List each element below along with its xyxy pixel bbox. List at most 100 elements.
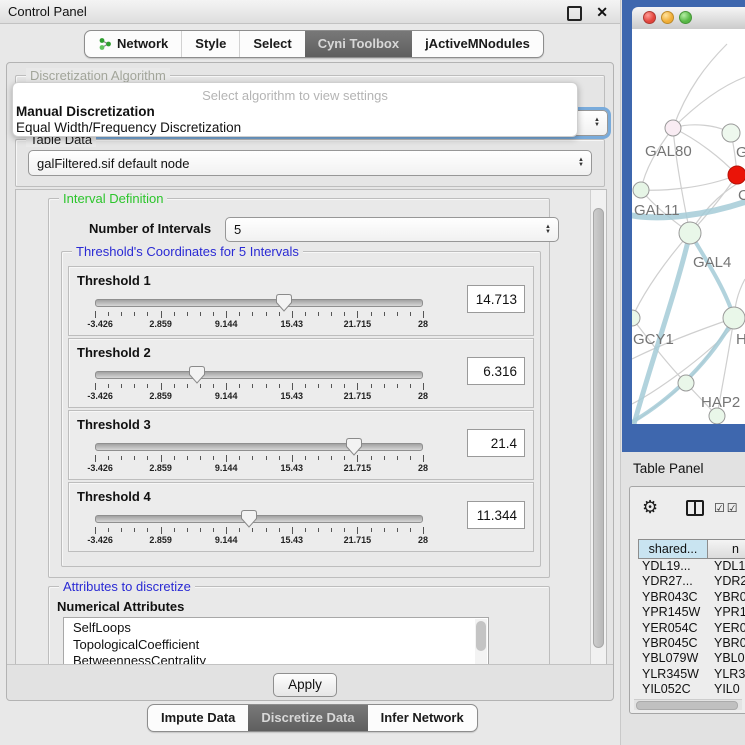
slider-track[interactable]: [95, 371, 423, 379]
control-panel-title: Control Panel: [8, 4, 87, 19]
network-window: GAL80 GAL11 GAL4 GCY1 HAP2 G C H: [622, 0, 745, 452]
menu-item-manual-discretization[interactable]: Manual Discretization: [16, 104, 155, 119]
list-scrollbar[interactable]: [475, 619, 487, 665]
minimize-traffic-light-icon[interactable]: [661, 11, 674, 24]
node-label: GCY1: [633, 331, 674, 348]
threshold-3-slider[interactable]: -3.4262.8599.14415.4321.71528: [95, 439, 423, 473]
menu-item-equal-width-frequency[interactable]: Equal Width/Frequency Discretization: [16, 120, 241, 135]
tab-style[interactable]: Style: [181, 31, 239, 57]
slider-thumb[interactable]: [189, 366, 205, 384]
table-row[interactable]: YPR145WYPR1: [638, 605, 745, 620]
node-top-right[interactable]: [722, 124, 740, 142]
close-traffic-light-icon[interactable]: [643, 11, 656, 24]
threshold-1-slider[interactable]: -3.4262.8599.14415.4321.71528: [95, 295, 423, 329]
algorithm-section-title: Discretization Algorithm: [26, 68, 170, 83]
node-label: GAL4: [693, 254, 731, 271]
table-data-combobox[interactable]: galFiltered.sif default node ▲ ▼: [28, 150, 592, 176]
node-gal4[interactable]: [679, 222, 701, 244]
zoom-traffic-light-icon[interactable]: [679, 11, 692, 24]
network-icon: [98, 37, 112, 51]
node-table-header: shared... n: [638, 539, 745, 559]
numerical-attributes-list[interactable]: SelfLoops TopologicalCoefficient Between…: [63, 617, 489, 665]
table-panel: ⚙ ☑☑ shared... n YDL19...YDL1YDR27...YDR…: [629, 486, 745, 714]
control-panel-tabs: Network Style Select Cyni Toolbox jActiv…: [84, 30, 544, 58]
attributes-section: Attributes to discretize Numerical Attri…: [48, 586, 550, 665]
table-row[interactable]: YBR043CYBR0: [638, 590, 745, 605]
table-row[interactable]: YLR345WYLR3: [638, 667, 745, 682]
threshold-4-value-field[interactable]: 11.344: [467, 501, 525, 529]
tab-impute-data[interactable]: Impute Data: [148, 705, 248, 731]
tab-style-label: Style: [195, 31, 226, 57]
tab-infer-network[interactable]: Infer Network: [368, 705, 477, 731]
table-row[interactable]: YER054CYER0: [638, 621, 745, 636]
thresholds-section-title: Threshold's Coordinates for 5 Intervals: [72, 244, 303, 259]
threshold-3-value-field[interactable]: 21.4: [467, 429, 525, 457]
slider-thumb[interactable]: [346, 438, 362, 456]
node-gcy1[interactable]: [632, 310, 640, 326]
table-row[interactable]: YDR27...YDR2: [638, 574, 745, 589]
table-horizontal-scrollbar[interactable]: [634, 699, 742, 710]
node-gal11[interactable]: [633, 182, 649, 198]
attributes-section-title: Attributes to discretize: [59, 579, 195, 594]
slider-ticks: [95, 383, 423, 390]
network-window-titlebar[interactable]: [632, 7, 745, 30]
table-row[interactable]: YBR045CYBR0: [638, 636, 745, 651]
list-item[interactable]: SelfLoops: [73, 620, 488, 637]
threshold-4-slider[interactable]: -3.4262.8599.14415.4321.71528: [95, 511, 423, 545]
table-row[interactable]: YBL079WYBL0: [638, 651, 745, 666]
scrollbar-thumb[interactable]: [636, 701, 738, 710]
slider-tick-labels: -3.4262.8599.14415.4321.71528: [95, 535, 423, 545]
spinner-down-icon: ▼: [578, 163, 584, 168]
node-gal80[interactable]: [665, 120, 681, 136]
table-row[interactable]: YDL19...YDL1: [638, 559, 745, 574]
threshold-2-label: Threshold 2: [77, 345, 151, 360]
threshold-1-label: Threshold 1: [77, 273, 151, 288]
thresholds-section: Threshold's Coordinates for 5 Intervals …: [61, 251, 541, 567]
threshold-2-value-field[interactable]: 6.316: [467, 357, 525, 385]
scrollbar-thumb[interactable]: [593, 208, 604, 648]
node-red-selected[interactable]: [728, 166, 745, 184]
spinner-down-icon: ▼: [545, 230, 551, 235]
tab-select[interactable]: Select: [239, 31, 304, 57]
node-hap2[interactable]: [678, 375, 694, 391]
number-of-intervals-combobox[interactable]: 5 ▲ ▼: [225, 217, 559, 242]
column-header-shared-name[interactable]: shared...: [638, 539, 708, 559]
tab-jactivemnodules-label: jActiveMNodules: [425, 31, 530, 57]
table-row[interactable]: YIL052CYIL0: [638, 682, 745, 697]
float-window-icon[interactable]: [567, 6, 582, 21]
number-of-intervals-value: 5: [234, 222, 241, 237]
tab-cyni-toolbox[interactable]: Cyni Toolbox: [305, 31, 412, 57]
threshold-3-label: Threshold 3: [77, 417, 151, 432]
apply-button[interactable]: Apply: [273, 673, 337, 697]
numerical-attributes-label: Numerical Attributes: [57, 599, 184, 614]
tab-discretize-data[interactable]: Discretize Data: [248, 705, 367, 731]
slider-track[interactable]: [95, 443, 423, 451]
number-of-intervals-label: Number of Intervals: [89, 221, 211, 236]
table-panel-title: Table Panel: [633, 461, 704, 476]
threshold-2-slider[interactable]: -3.4262.8599.14415.4321.71528: [95, 367, 423, 401]
close-icon[interactable]: ✕: [596, 3, 608, 21]
checkbox-icons[interactable]: ☑☑: [714, 501, 740, 515]
tab-network[interactable]: Network: [85, 31, 181, 57]
network-canvas[interactable]: GAL80 GAL11 GAL4 GCY1 HAP2 G C H: [632, 29, 745, 424]
column-header-name[interactable]: n: [708, 539, 745, 559]
slider-track[interactable]: [95, 299, 423, 307]
node-label: GAL80: [645, 143, 692, 160]
threshold-1-value-field[interactable]: 14.713: [467, 285, 525, 313]
columns-icon[interactable]: [686, 500, 704, 516]
slider-thumb[interactable]: [276, 294, 292, 312]
spinner-down-icon: ▼: [594, 123, 600, 128]
settings-scroll-area: Interval Definition Number of Intervals …: [15, 189, 607, 665]
slider-thumb[interactable]: [241, 510, 257, 528]
gear-icon[interactable]: ⚙: [642, 497, 658, 518]
node-label-partial: C: [738, 187, 745, 204]
node-table-rows: YDL19...YDL1YDR27...YDR2YBR043CYBR0YPR14…: [638, 559, 745, 697]
spinner-icon: ▲ ▼: [594, 118, 600, 128]
settings-scrollbar[interactable]: [590, 190, 606, 664]
threshold-2-panel: Threshold 2 -3.4262.8599.14415.4321.7152…: [68, 338, 534, 408]
table-panel-titlebar: Table Panel: [622, 452, 745, 485]
node-right-h[interactable]: [723, 307, 745, 329]
list-item[interactable]: TopologicalCoefficient: [73, 637, 488, 654]
tab-jactivemnodules[interactable]: jActiveMNodules: [412, 31, 543, 57]
slider-track[interactable]: [95, 515, 423, 523]
